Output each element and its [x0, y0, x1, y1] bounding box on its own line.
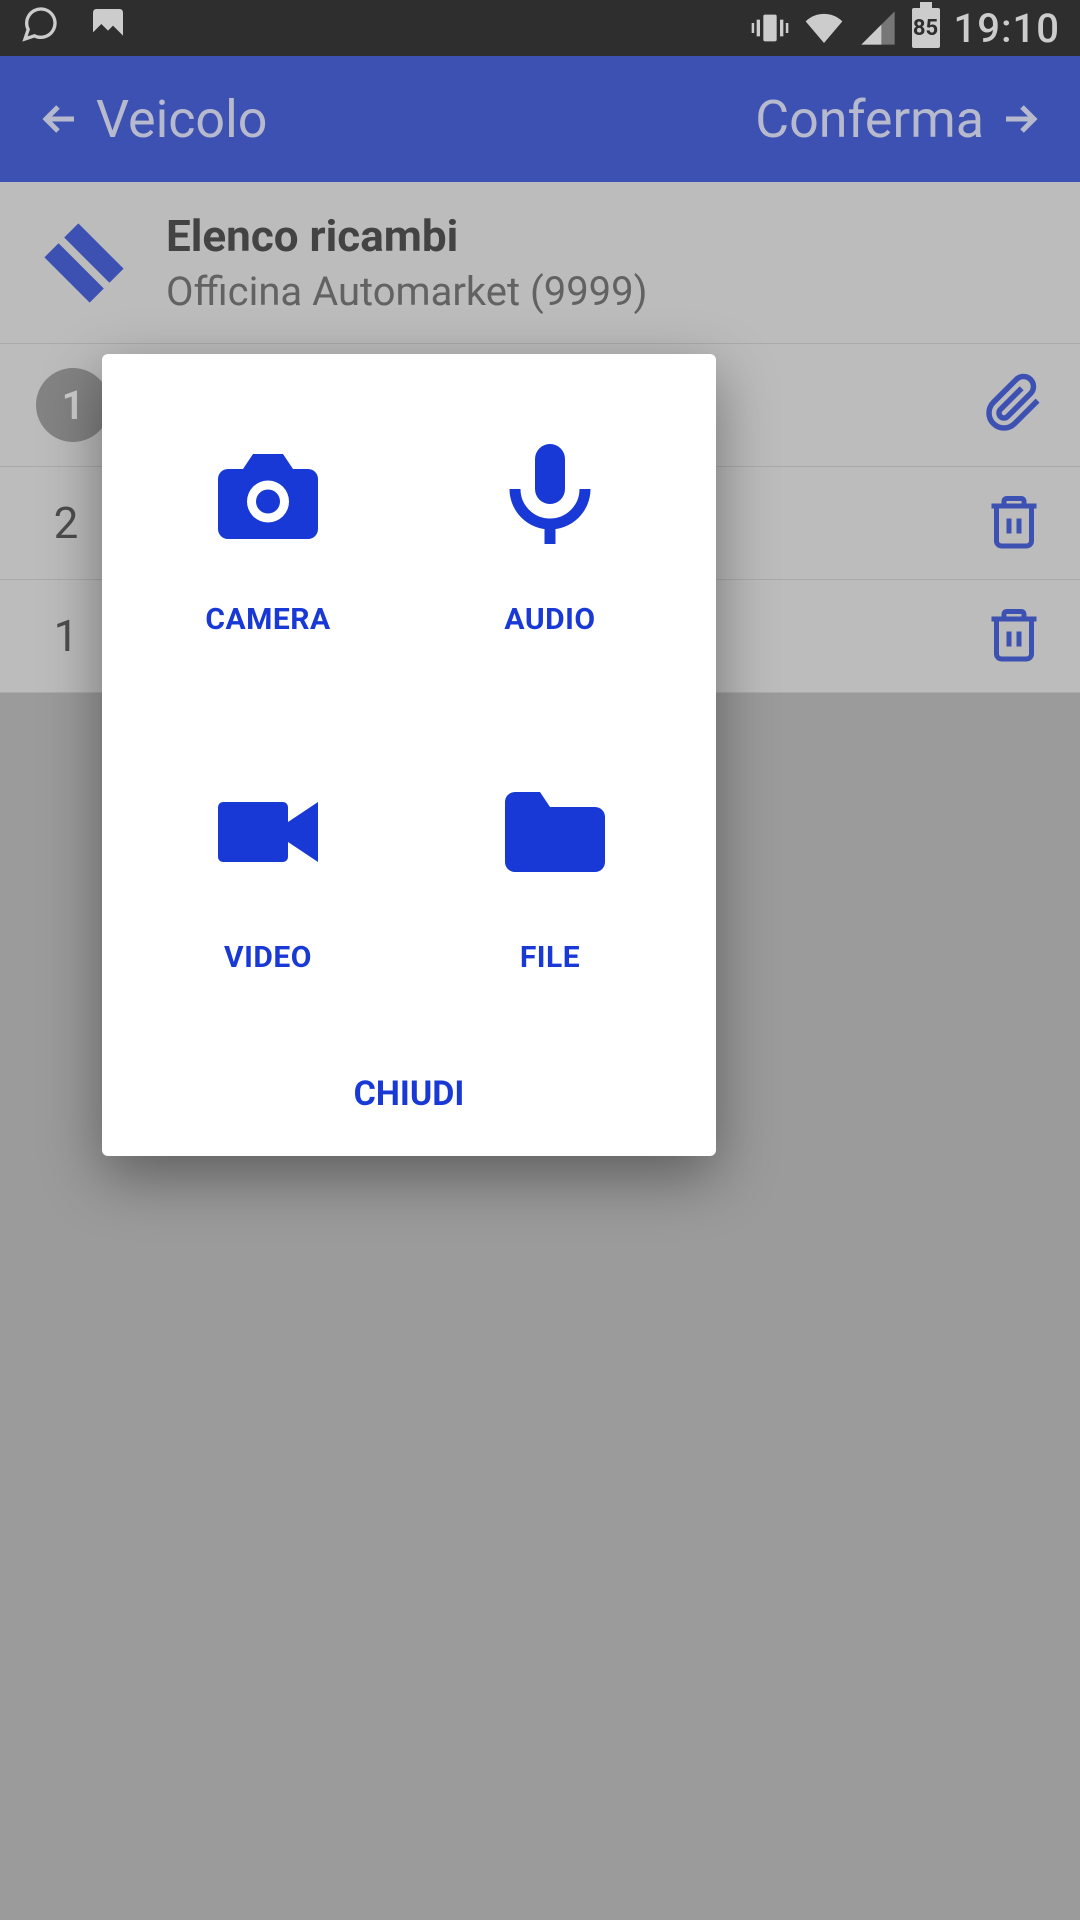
app-header: Veicolo Conferma [0, 56, 1080, 182]
status-clock: 19:10 [954, 5, 1060, 52]
forward-label: Conferma [755, 89, 984, 150]
modal-option-file[interactable]: FILE [414, 752, 686, 1050]
delete-button[interactable] [984, 491, 1044, 555]
video-icon [208, 772, 328, 892]
folder-icon [490, 772, 610, 892]
section-subtitle: Officina Automarket (9999) [166, 268, 648, 315]
back-button[interactable]: Veicolo [36, 89, 267, 150]
trash-icon [984, 604, 1044, 664]
battery-level: 85 [913, 16, 938, 41]
section-title: Elenco ricambi [166, 210, 648, 262]
mic-icon [490, 434, 610, 554]
status-bar: 85 19:10 [0, 0, 1080, 56]
image-icon [88, 4, 128, 53]
attachment-modal: CAMERA AUDIO VIDEO FILE CHIUDI [102, 354, 716, 1156]
modal-option-audio[interactable]: AUDIO [414, 414, 686, 712]
vibrate-icon [750, 8, 790, 48]
camera-icon [208, 434, 328, 554]
trash-icon [984, 491, 1044, 551]
wifi-icon [804, 8, 844, 48]
signal-icon [858, 8, 898, 48]
count-badge: 1 [36, 368, 110, 442]
modal-option-label: CAMERA [205, 602, 330, 637]
forward-button[interactable]: Conferma [755, 89, 1044, 150]
modal-option-video[interactable]: VIDEO [132, 752, 404, 1050]
row-number: 2 [36, 497, 96, 549]
modal-option-label: FILE [520, 940, 580, 975]
section-header: Elenco ricambi Officina Automarket (9999… [0, 182, 1080, 344]
row-number: 1 [36, 610, 96, 662]
modal-option-label: VIDEO [224, 940, 312, 975]
arrow-right-icon [996, 95, 1044, 143]
battery-icon: 85 [912, 8, 940, 48]
attachment-button[interactable] [984, 373, 1044, 437]
modal-close-button[interactable]: CHIUDI [132, 1050, 686, 1120]
paperclip-icon [984, 373, 1044, 433]
whatsapp-icon [20, 4, 60, 53]
modal-option-camera[interactable]: CAMERA [132, 414, 404, 712]
delete-button[interactable] [984, 604, 1044, 668]
arrow-left-icon [36, 95, 84, 143]
back-label: Veicolo [96, 89, 267, 150]
modal-option-label: AUDIO [504, 602, 595, 637]
app-logo-icon [36, 215, 132, 311]
